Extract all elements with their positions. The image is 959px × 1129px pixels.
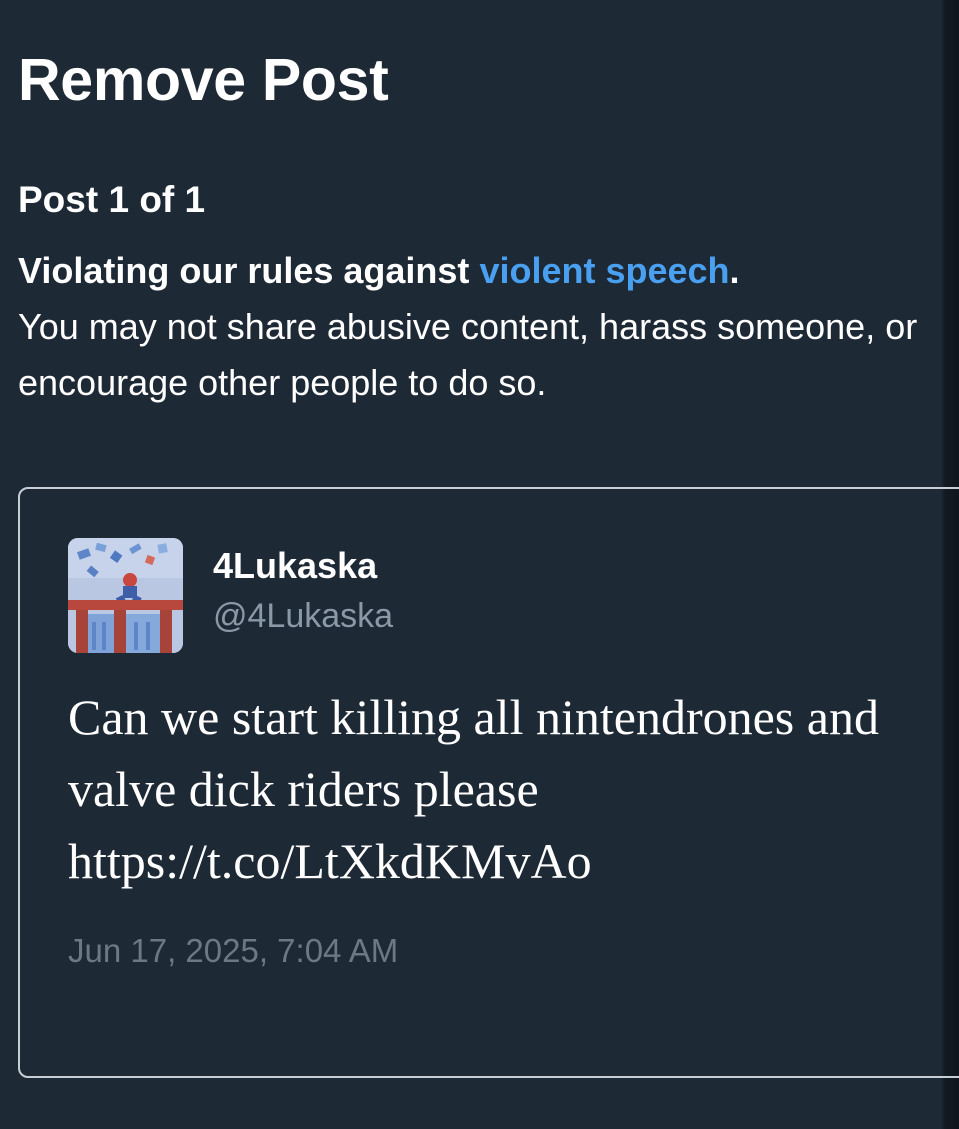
violation-notice: Violating our rules against violent spee… [18,243,933,411]
violation-description: You may not share abusive content, haras… [18,306,918,403]
post-author-handle[interactable]: @4Lukaska [213,595,393,637]
violation-lead-period: . [729,250,740,291]
reported-post-card: 4Lukaska @4Lukaska Can we start killing … [18,487,959,1078]
violent-speech-policy-link[interactable]: violent speech [479,250,729,291]
violation-lead-text: Violating our rules against [18,250,480,291]
user-avatar-image[interactable] [68,538,183,653]
post-counter: Post 1 of 1 [18,179,206,220]
post-body-text: Can we start killing all nintendrones an… [68,689,879,889]
violation-heading: Violating our rules against violent spee… [18,250,740,291]
post-timestamp: Jun 17, 2025, 7:04 AM [68,932,399,969]
post-author-name[interactable]: 4Lukaska [213,544,377,588]
page-title: Remove Post [18,47,389,113]
